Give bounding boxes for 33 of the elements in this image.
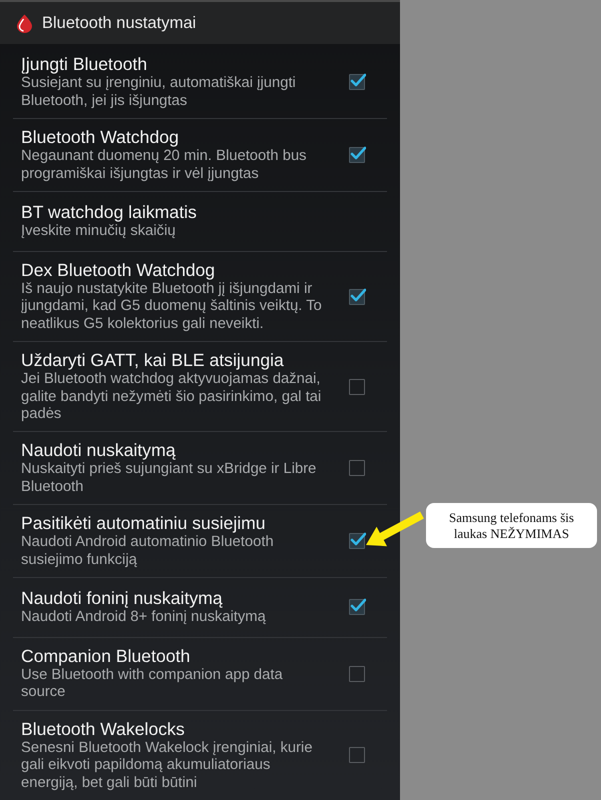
setting-summary: Use Bluetooth with companion app data source bbox=[21, 666, 284, 702]
setting-summary: Naudoti Android 8+ foninį nuskaitymą bbox=[21, 609, 267, 627]
setting-title: Dex Bluetooth Watchdog bbox=[21, 260, 216, 281]
checkbox[interactable] bbox=[349, 460, 365, 476]
checkbox[interactable] bbox=[349, 533, 365, 550]
checkbox[interactable] bbox=[349, 74, 365, 90]
setting-title: Pasitikėti automatiniu susiejimu bbox=[21, 513, 266, 534]
drop-icon bbox=[16, 14, 33, 33]
setting-title: Naudoti foninį nuskaitymą bbox=[21, 588, 224, 610]
checkbox[interactable] bbox=[349, 747, 365, 764]
checkbox[interactable] bbox=[349, 147, 365, 163]
arrow-icon bbox=[366, 512, 424, 546]
setting-title: Uždaryti GATT, kai BLE atsijungia bbox=[21, 350, 285, 372]
setting-title: BT watchdog laikmatis bbox=[21, 202, 198, 224]
setting-summary: Senesni Bluetooth Wakelock įrenginiai, kurie gali eikvoti papildomą akumuliatoriaus energiją, bet gali būti būtini bbox=[21, 740, 314, 792]
checkbox[interactable] bbox=[349, 288, 365, 305]
setting-title: Naudoti nuskaitymą bbox=[21, 440, 177, 462]
setting-title: Companion Bluetooth bbox=[21, 646, 192, 667]
app-title: Bluetooth nustatymai bbox=[42, 14, 196, 33]
setting-summary: Iš naujo nustatykite Bluetooth jį išjungdami ir įjungdami, kad G5 duomenų šaltinis veiktų. To neatlikus G5 kolektorius gali neveikti. bbox=[21, 280, 323, 334]
setting-summary: Naudoti Android automatinio Bluetooth susiejimo funkciją bbox=[21, 534, 275, 569]
setting-summary: Negaunant duomenų 20 min. Bluetooth bus programiškai išjungtas ir vėl įjungtas bbox=[21, 148, 308, 183]
setting-title: Įjungti Bluetooth bbox=[21, 54, 148, 76]
setting-summary: Susiejant su įrenginiu, automatiškai įjungti Bluetooth, jei jis išjungtas bbox=[21, 75, 297, 110]
setting-summary: Jei Bluetooth watchdog aktyvuojamas dažnai, galite bandyti nežymėti šio pasirinkimo, gal tai padės bbox=[21, 371, 322, 424]
checkbox[interactable] bbox=[349, 666, 365, 682]
setting-title: Bluetooth Watchdog bbox=[21, 127, 180, 148]
checkbox[interactable] bbox=[349, 599, 365, 616]
setting-title: Bluetooth Wakelocks bbox=[21, 718, 186, 740]
callout-note: Samsung telefonams šis laukas NEŽYMIMAS bbox=[426, 503, 597, 548]
setting-summary: Nuskaityti prieš sujungiant su xBridge ir Libre Bluetooth bbox=[21, 461, 318, 496]
setting-summary: Įveskite minučių skaičių bbox=[21, 223, 177, 241]
checkbox[interactable] bbox=[349, 378, 365, 395]
